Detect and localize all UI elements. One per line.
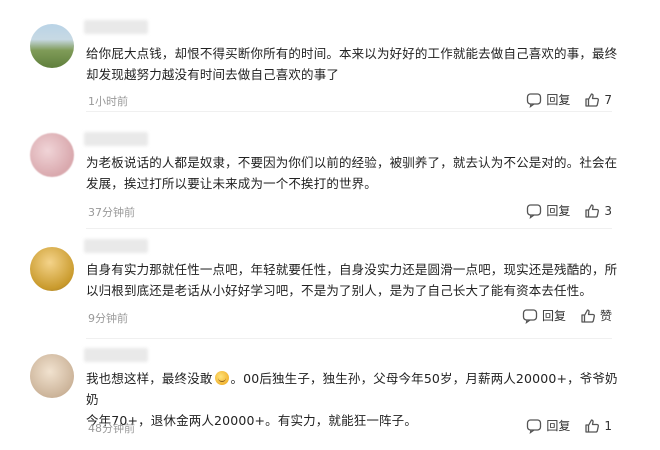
comment-actions: 回复 7 xyxy=(526,91,612,108)
comment-bubble-icon xyxy=(526,92,542,108)
comment-time: 37分钟前 xyxy=(88,206,135,219)
comment-text-part: 我也想这样，最终没敢 xyxy=(86,371,213,386)
comment-bubble-icon xyxy=(526,418,542,434)
avatar[interactable] xyxy=(30,133,74,177)
comment-bubble-icon xyxy=(526,203,542,219)
avatar[interactable] xyxy=(30,247,74,291)
reply-label: 回复 xyxy=(546,93,571,107)
avatar[interactable] xyxy=(30,354,74,398)
reply-label: 回复 xyxy=(546,204,571,218)
comment-item: 自身有实力那就任性一点吧，年轻就要任性，自身没实力还是圆滑一点吧，现实还是残酷的… xyxy=(0,228,660,338)
like-button[interactable]: 3 xyxy=(584,203,612,219)
comment-actions: 回复 赞 xyxy=(522,307,612,324)
comment-item: 为老板说话的人都是奴隶，不要因为你们以前的经验，被驯养了，就去认为不公是对的。社… xyxy=(0,111,660,228)
comment-actions: 回复 3 xyxy=(526,202,612,219)
reply-button[interactable]: 回复 xyxy=(526,202,570,219)
thumbs-up-icon xyxy=(584,92,600,108)
reply-label: 回复 xyxy=(546,419,571,433)
comment-time: 1小时前 xyxy=(88,95,128,108)
like-count: 7 xyxy=(604,92,612,107)
comment-item: 我也想这样，最终没敢 。00后独生子，独生孙，父母今年50岁，月薪两人20000+… xyxy=(0,338,660,450)
reply-button[interactable]: 回复 xyxy=(526,417,570,434)
like-count: 1 xyxy=(604,418,612,433)
avatar[interactable] xyxy=(30,24,74,68)
comment-actions: 回复 1 xyxy=(526,417,612,434)
reply-label: 回复 xyxy=(541,309,566,323)
username-blurred[interactable] xyxy=(84,132,148,146)
like-button[interactable]: 7 xyxy=(584,92,612,108)
comment-bubble-icon xyxy=(522,308,538,324)
comment-text: 给你屁大点钱，却恨不得买断你所有的时间。本来以为好好的工作就能去做自己喜欢的事，… xyxy=(86,46,618,82)
reply-button[interactable]: 回复 xyxy=(522,307,566,324)
reply-button[interactable]: 回复 xyxy=(526,91,570,108)
comment-item: 给你屁大点钱，却恨不得买断你所有的时间。本来以为好好的工作就能去做自己喜欢的事，… xyxy=(0,0,660,111)
thumbs-up-icon xyxy=(584,203,600,219)
comment-text: 为老板说话的人都是奴隶，不要因为你们以前的经验，被驯养了，就去认为不公是对的。社… xyxy=(86,155,618,191)
face-emoji-icon xyxy=(214,371,229,385)
comment-time: 48分钟前 xyxy=(88,422,135,435)
username-blurred[interactable] xyxy=(84,348,148,362)
thumbs-up-icon xyxy=(584,418,600,434)
thumbs-up-icon xyxy=(580,308,596,324)
like-count: 3 xyxy=(604,203,612,218)
comment-time: 9分钟前 xyxy=(88,312,128,325)
username-blurred[interactable] xyxy=(84,20,148,34)
comment-text: 自身有实力那就任性一点吧，年轻就要任性，自身没实力还是圆滑一点吧，现实还是残酷的… xyxy=(86,262,618,298)
like-label: 赞 xyxy=(599,309,612,323)
username-blurred[interactable] xyxy=(84,239,148,253)
like-button[interactable]: 赞 xyxy=(580,307,612,324)
like-button[interactable]: 1 xyxy=(584,418,612,434)
